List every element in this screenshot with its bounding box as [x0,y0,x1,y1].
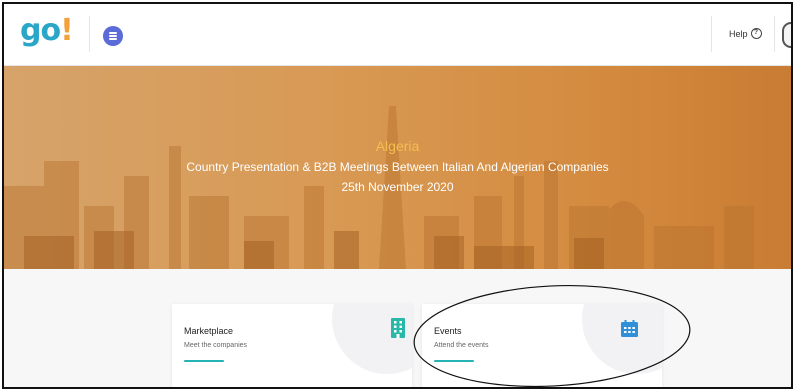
building-icon [391,318,405,338]
card-corner-decoration [332,304,412,374]
card-subtitle: Attend the events [434,342,489,349]
event-subtitle: Country Presentation & B2B Meetings Betw… [186,160,609,174]
card-title: Events [434,326,462,336]
events-card[interactable]: Events Attend the events [422,304,662,387]
go-logo[interactable]: go! [20,13,74,48]
calendar-icon [621,320,638,337]
user-avatar-icon[interactable] [782,22,791,48]
question-circle-icon: ? [750,28,762,39]
top-bar: go! Help ? [4,4,791,66]
hero-banner: Algeria Country Presentation & B2B Meeti… [4,66,791,269]
card-accent-line [184,360,224,362]
help-label: Help [729,28,748,39]
divider [89,16,90,52]
banner-text: Algeria Country Presentation & B2B Meeti… [4,136,791,196]
card-accent-line [434,360,474,362]
divider [774,16,775,52]
card-subtitle: Meet the companies [184,342,248,349]
event-country: Algeria [375,138,420,154]
help-button[interactable]: Help ? [729,28,762,39]
hamburger-menu-icon[interactable] [103,26,123,46]
card-corner-decoration [582,304,662,374]
event-date: 25th November 2020 [341,180,454,194]
logo-text: go [20,13,61,48]
app-window: go! Help ? Algeria Country Presentation … [2,2,793,389]
card-title: Marketplace [184,326,234,336]
divider [711,16,712,52]
marketplace-card[interactable]: Marketplace Meet the companies [172,304,412,387]
logo-exclamation: ! [60,13,74,48]
